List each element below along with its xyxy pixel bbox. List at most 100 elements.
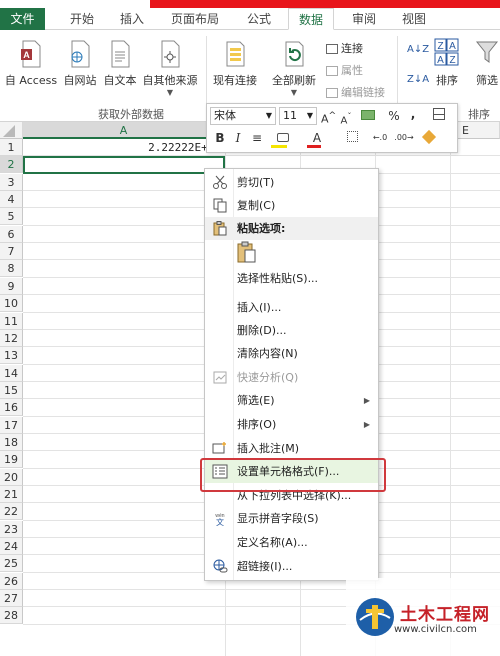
quick-analysis-icon <box>213 371 227 384</box>
context-menu-item-label: 删除(D)... <box>237 324 287 337</box>
context-menu-item[interactable]: 删除(D)... <box>205 319 378 342</box>
italic-button[interactable]: I <box>231 129 245 147</box>
row-header[interactable]: 5 <box>0 208 23 226</box>
row-header[interactable]: 19 <box>0 451 23 469</box>
tab-view[interactable]: 视图 <box>394 8 434 30</box>
row-header[interactable]: 22 <box>0 503 23 521</box>
context-menu-item[interactable]: 复制(C) <box>205 194 378 217</box>
from-access-button[interactable]: A 自 Access <box>2 40 60 88</box>
row-header[interactable]: 13 <box>0 347 23 365</box>
increase-decimal-button[interactable]: ←.0 <box>369 129 391 147</box>
row-header[interactable]: 21 <box>0 486 23 503</box>
tab-page-layout[interactable]: 页面布局 <box>163 8 227 30</box>
font-name-box[interactable]: 宋体 ▼ <box>210 107 276 125</box>
row-header[interactable]: 7 <box>0 243 23 261</box>
from-web-button[interactable]: 自网站 <box>60 40 100 88</box>
clipboard-icon <box>237 241 256 263</box>
decrease-font-icon[interactable]: Aˇ <box>339 107 353 130</box>
row-header[interactable]: 18 <box>0 433 23 451</box>
tab-file[interactable]: 文件 <box>0 8 45 30</box>
row-header[interactable]: 2 <box>0 156 23 174</box>
row-header[interactable]: 9 <box>0 277 23 295</box>
column-header-e[interactable]: E <box>462 124 469 137</box>
number-format-icon[interactable] <box>357 107 379 125</box>
context-menu-item[interactable]: 选择性粘贴(S)... <box>205 267 378 290</box>
tab-formulas[interactable]: 公式 <box>239 8 279 30</box>
context-menu-item[interactable]: 筛选(E) ▶ <box>205 389 378 412</box>
row-header[interactable]: 15 <box>0 381 23 399</box>
row-header[interactable]: 11 <box>0 312 23 330</box>
row-header[interactable]: 12 <box>0 329 23 347</box>
align-center-button[interactable]: ≡ <box>249 129 265 147</box>
comma-style-button[interactable]: , <box>407 105 419 123</box>
row-header[interactable]: 14 <box>0 364 23 382</box>
format-painter-icon[interactable] <box>421 129 437 147</box>
row-header[interactable]: 27 <box>0 590 23 608</box>
context-menu-item[interactable]: 插入批注(M) <box>205 437 378 460</box>
row-header[interactable]: 6 <box>0 225 23 243</box>
from-text-button[interactable]: 自文本 <box>100 40 140 88</box>
paste-icon <box>213 221 227 236</box>
tab-review[interactable]: 审阅 <box>344 8 384 30</box>
context-menu-item-label: 超链接(I)... <box>237 560 293 573</box>
context-menu-item[interactable]: 定义名称(A)... <box>205 531 378 554</box>
row-header[interactable]: 16 <box>0 399 23 417</box>
context-menu-item-label: 排序(O) <box>237 418 277 431</box>
row-header[interactable]: 25 <box>0 555 23 573</box>
context-menu-item[interactable]: 排序(O) ▶ <box>205 413 378 436</box>
context-menu-item[interactable]: 超链接(I)... <box>205 555 378 578</box>
row-header[interactable]: 8 <box>0 260 23 278</box>
font-size-box[interactable]: 11 ▼ <box>279 107 317 125</box>
row-header[interactable]: 24 <box>0 538 23 556</box>
watermark-title: 土木工程网 <box>400 605 490 625</box>
context-menu-item[interactable]: 清除内容(N) <box>205 342 378 365</box>
format-painter-grid-icon[interactable] <box>429 107 449 125</box>
fill-color-button[interactable] <box>269 129 297 148</box>
row-header[interactable]: 23 <box>0 520 23 538</box>
sort-az-button[interactable]: A↓Z <box>407 44 429 55</box>
sort-button[interactable]: Z A A Z 排序 <box>430 38 464 88</box>
existing-connections-button[interactable]: 现有连接 <box>210 40 260 88</box>
row-header[interactable]: 20 <box>0 468 23 486</box>
edit-links-button[interactable]: 编辑链接 <box>326 84 385 100</box>
properties-button[interactable]: 属性 <box>326 62 363 78</box>
select-all-corner[interactable] <box>0 122 23 139</box>
row-header[interactable]: 17 <box>0 416 23 434</box>
context-menu-item[interactable]: 快速分析(Q) <box>205 366 378 389</box>
connections-button[interactable]: 连接 <box>326 40 363 56</box>
row-header[interactable]: 26 <box>0 572 23 590</box>
column-header-a[interactable]: A <box>23 122 225 139</box>
chevron-down-icon: ▼ <box>290 88 298 97</box>
increase-font-icon[interactable]: A^ <box>321 107 336 129</box>
cell-context-menu: 剪切(T) 复制(C) 粘贴选项: 选择性粘贴(S)... 插入(I)... 删除(D).… <box>204 168 379 581</box>
context-menu-item[interactable]: 插入(I)... <box>205 296 378 319</box>
context-menu-item[interactable]: wén 文 显示拼音字段(S) <box>205 507 378 530</box>
percent-style-button[interactable]: % <box>383 107 405 125</box>
from-other-sources-button[interactable]: 自其他来源 ▼ <box>140 40 200 97</box>
highlight-annotation-box <box>200 458 386 492</box>
tab-insert[interactable]: 插入 <box>112 8 152 30</box>
bold-button[interactable]: B <box>213 129 227 147</box>
filter-button[interactable]: 筛选 <box>472 38 500 88</box>
row-header[interactable]: 28 <box>0 607 23 625</box>
row-header[interactable]: 4 <box>0 191 23 209</box>
borders-button[interactable] <box>341 129 363 147</box>
font-size-value: 11 <box>283 109 297 122</box>
row-header[interactable]: 10 <box>0 295 23 313</box>
context-menu-item[interactable]: 剪切(T) <box>205 171 378 194</box>
tab-data[interactable]: 数据 <box>288 8 334 30</box>
refresh-all-button[interactable]: 全部刷新 ▼ <box>268 40 320 97</box>
connections-label: 连接 <box>341 42 363 55</box>
selected-cell-a2[interactable] <box>23 156 225 174</box>
select-all-triangle <box>3 125 15 137</box>
tab-home[interactable]: 开始 <box>62 8 102 30</box>
font-color-swatch <box>307 145 321 148</box>
sort-za-button[interactable]: Z↓A <box>407 74 429 85</box>
decrease-decimal-button[interactable]: .00→ <box>393 129 415 147</box>
context-menu-item-label: 快速分析(Q) <box>237 371 299 384</box>
row-header[interactable]: 1 <box>0 139 23 156</box>
row-header[interactable]: 3 <box>0 173 23 191</box>
context-menu-item[interactable] <box>205 241 378 265</box>
cell-a1[interactable]: 2.22222E+21 <box>23 139 225 156</box>
font-color-button[interactable]: A <box>303 129 331 148</box>
